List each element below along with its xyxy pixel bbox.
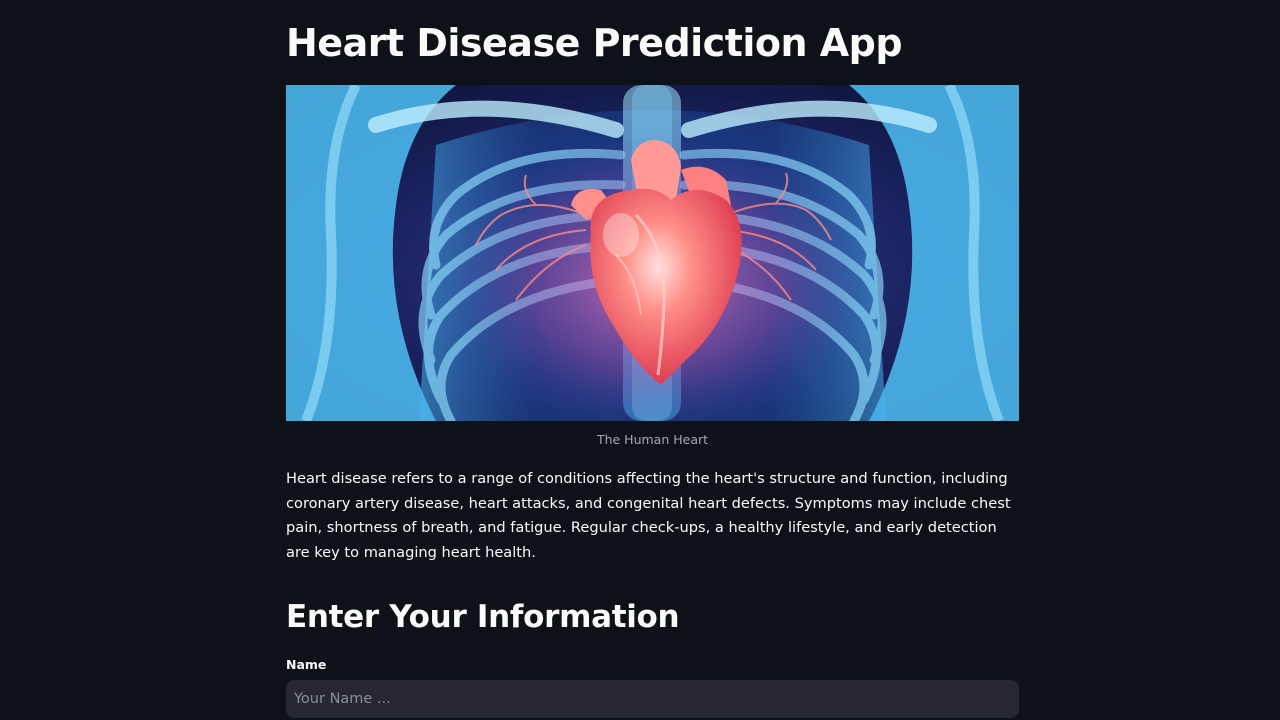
name-input[interactable]: [286, 680, 1019, 718]
image-caption: The Human Heart: [596, 432, 709, 447]
form-heading: Enter Your Information: [286, 599, 680, 635]
human-heart-xray-image: [286, 85, 1019, 421]
name-field-label: Name: [286, 657, 327, 672]
description-text: Heart disease refers to a range of condi…: [286, 470, 1011, 561]
page-title: Heart Disease Prediction App: [286, 21, 903, 65]
